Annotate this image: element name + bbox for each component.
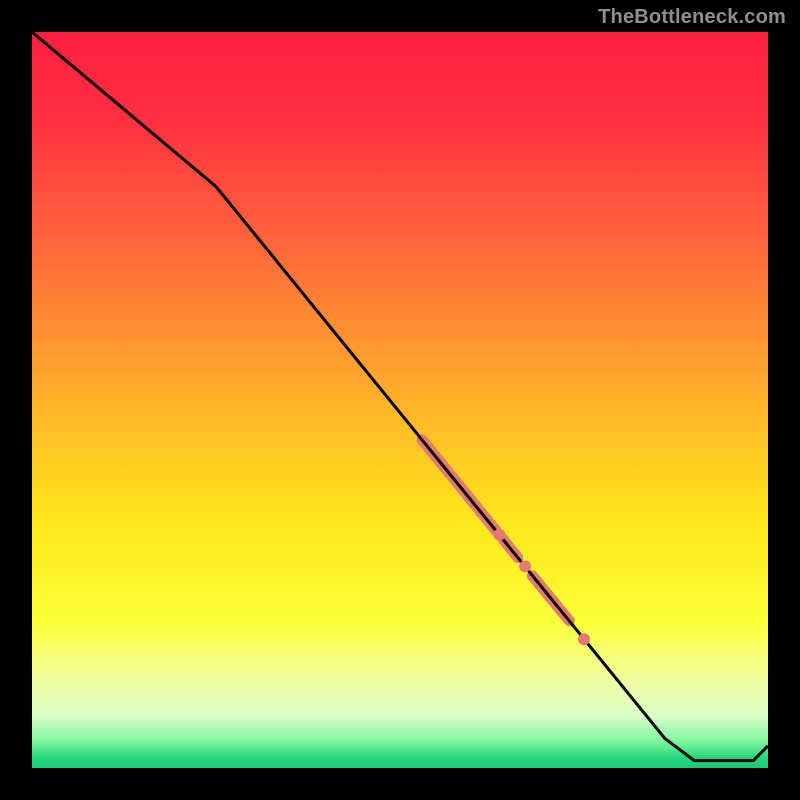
watermark-text: TheBottleneck.com: [598, 6, 786, 29]
highlight-dot: [519, 560, 531, 572]
chart-svg: [32, 32, 768, 768]
gradient-background: [32, 32, 768, 768]
plot-area: [32, 32, 768, 768]
chart-stage: TheBottleneck.com: [0, 0, 800, 800]
highlight-dot: [578, 633, 590, 645]
highlight-dot: [493, 529, 505, 541]
